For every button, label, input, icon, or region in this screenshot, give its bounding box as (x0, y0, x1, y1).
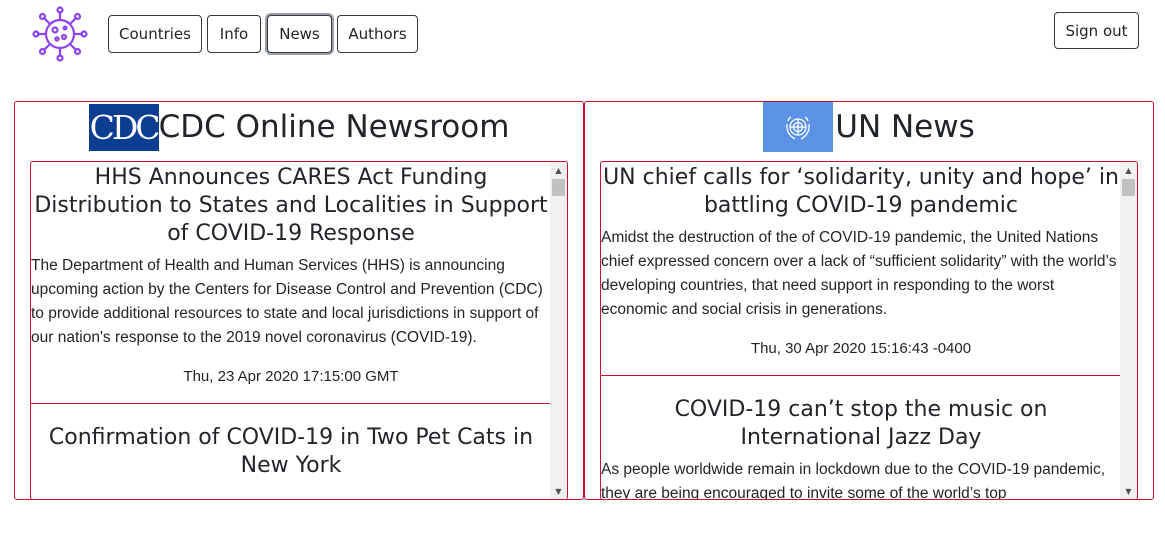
article-description: Amidst the destruction of the of COVID-1… (601, 229, 1117, 318)
nav-news-button[interactable]: News (267, 15, 332, 53)
scroll-up-arrow-icon[interactable]: ▲ (550, 162, 567, 178)
scrollbar[interactable]: ▲ ▼ (1120, 162, 1137, 499)
scroll-up-arrow-icon[interactable]: ▲ (1120, 162, 1137, 178)
un-news-panel: UN News UN chief calls for ‘solidarity, … (584, 101, 1154, 500)
article-title[interactable]: COVID-19 can’t stop the music on Interna… (601, 394, 1121, 452)
news-article[interactable]: COVID-19 can’t stop the music on Interna… (601, 376, 1121, 500)
nav-countries-button[interactable]: Countries (108, 15, 202, 53)
article-date: Thu, 23 Apr 2020 17:15:00 GMT (183, 368, 399, 385)
news-article[interactable]: UN chief calls for ‘solidarity, unity an… (601, 162, 1121, 376)
cdc-logo: CDC (88, 103, 159, 151)
un-news-feed[interactable]: UN chief calls for ‘solidarity, unity an… (600, 161, 1138, 500)
article-title[interactable]: UN chief calls for ‘solidarity, unity an… (601, 162, 1121, 220)
article-date: Thu, 30 Apr 2020 15:16:43 -0400 (750, 340, 972, 357)
nav-info-button[interactable]: Info (207, 15, 261, 53)
cdc-news-feed[interactable]: HHS Announces CARES Act Funding Distribu… (30, 161, 568, 500)
article-description: The Department of Health and Human Servi… (31, 257, 543, 346)
nav-authors-button[interactable]: Authors (337, 15, 418, 53)
article-description: As people worldwide remain in lockdown d… (601, 461, 1106, 500)
navbar: Countries Info News Authors Sign out (0, 0, 1165, 70)
news-article[interactable]: Confirmation of COVID-19 in Two Pet Cats… (31, 404, 551, 480)
scrollbar[interactable]: ▲ ▼ (550, 162, 567, 499)
un-emblem-icon (763, 102, 834, 152)
cdc-news-panel: CDC CDC Online Newsroom HHS Announces CA… (14, 101, 584, 500)
sign-out-button[interactable]: Sign out (1054, 12, 1139, 49)
article-title[interactable]: HHS Announces CARES Act Funding Distribu… (31, 162, 551, 248)
scroll-down-arrow-icon[interactable]: ▼ (550, 483, 567, 499)
virus-logo-icon[interactable] (32, 6, 88, 62)
un-panel-header: UN News (585, 102, 1153, 152)
scroll-down-arrow-icon[interactable]: ▼ (1120, 483, 1137, 499)
un-panel-title: UN News (835, 108, 975, 145)
news-article[interactable]: HHS Announces CARES Act Funding Distribu… (31, 162, 551, 404)
cdc-panel-header: CDC CDC Online Newsroom (15, 102, 583, 152)
scroll-thumb[interactable] (1122, 179, 1135, 196)
article-title[interactable]: Confirmation of COVID-19 in Two Pet Cats… (31, 422, 551, 480)
cdc-panel-title: CDC Online Newsroom (158, 108, 510, 145)
scroll-thumb[interactable] (552, 179, 565, 196)
